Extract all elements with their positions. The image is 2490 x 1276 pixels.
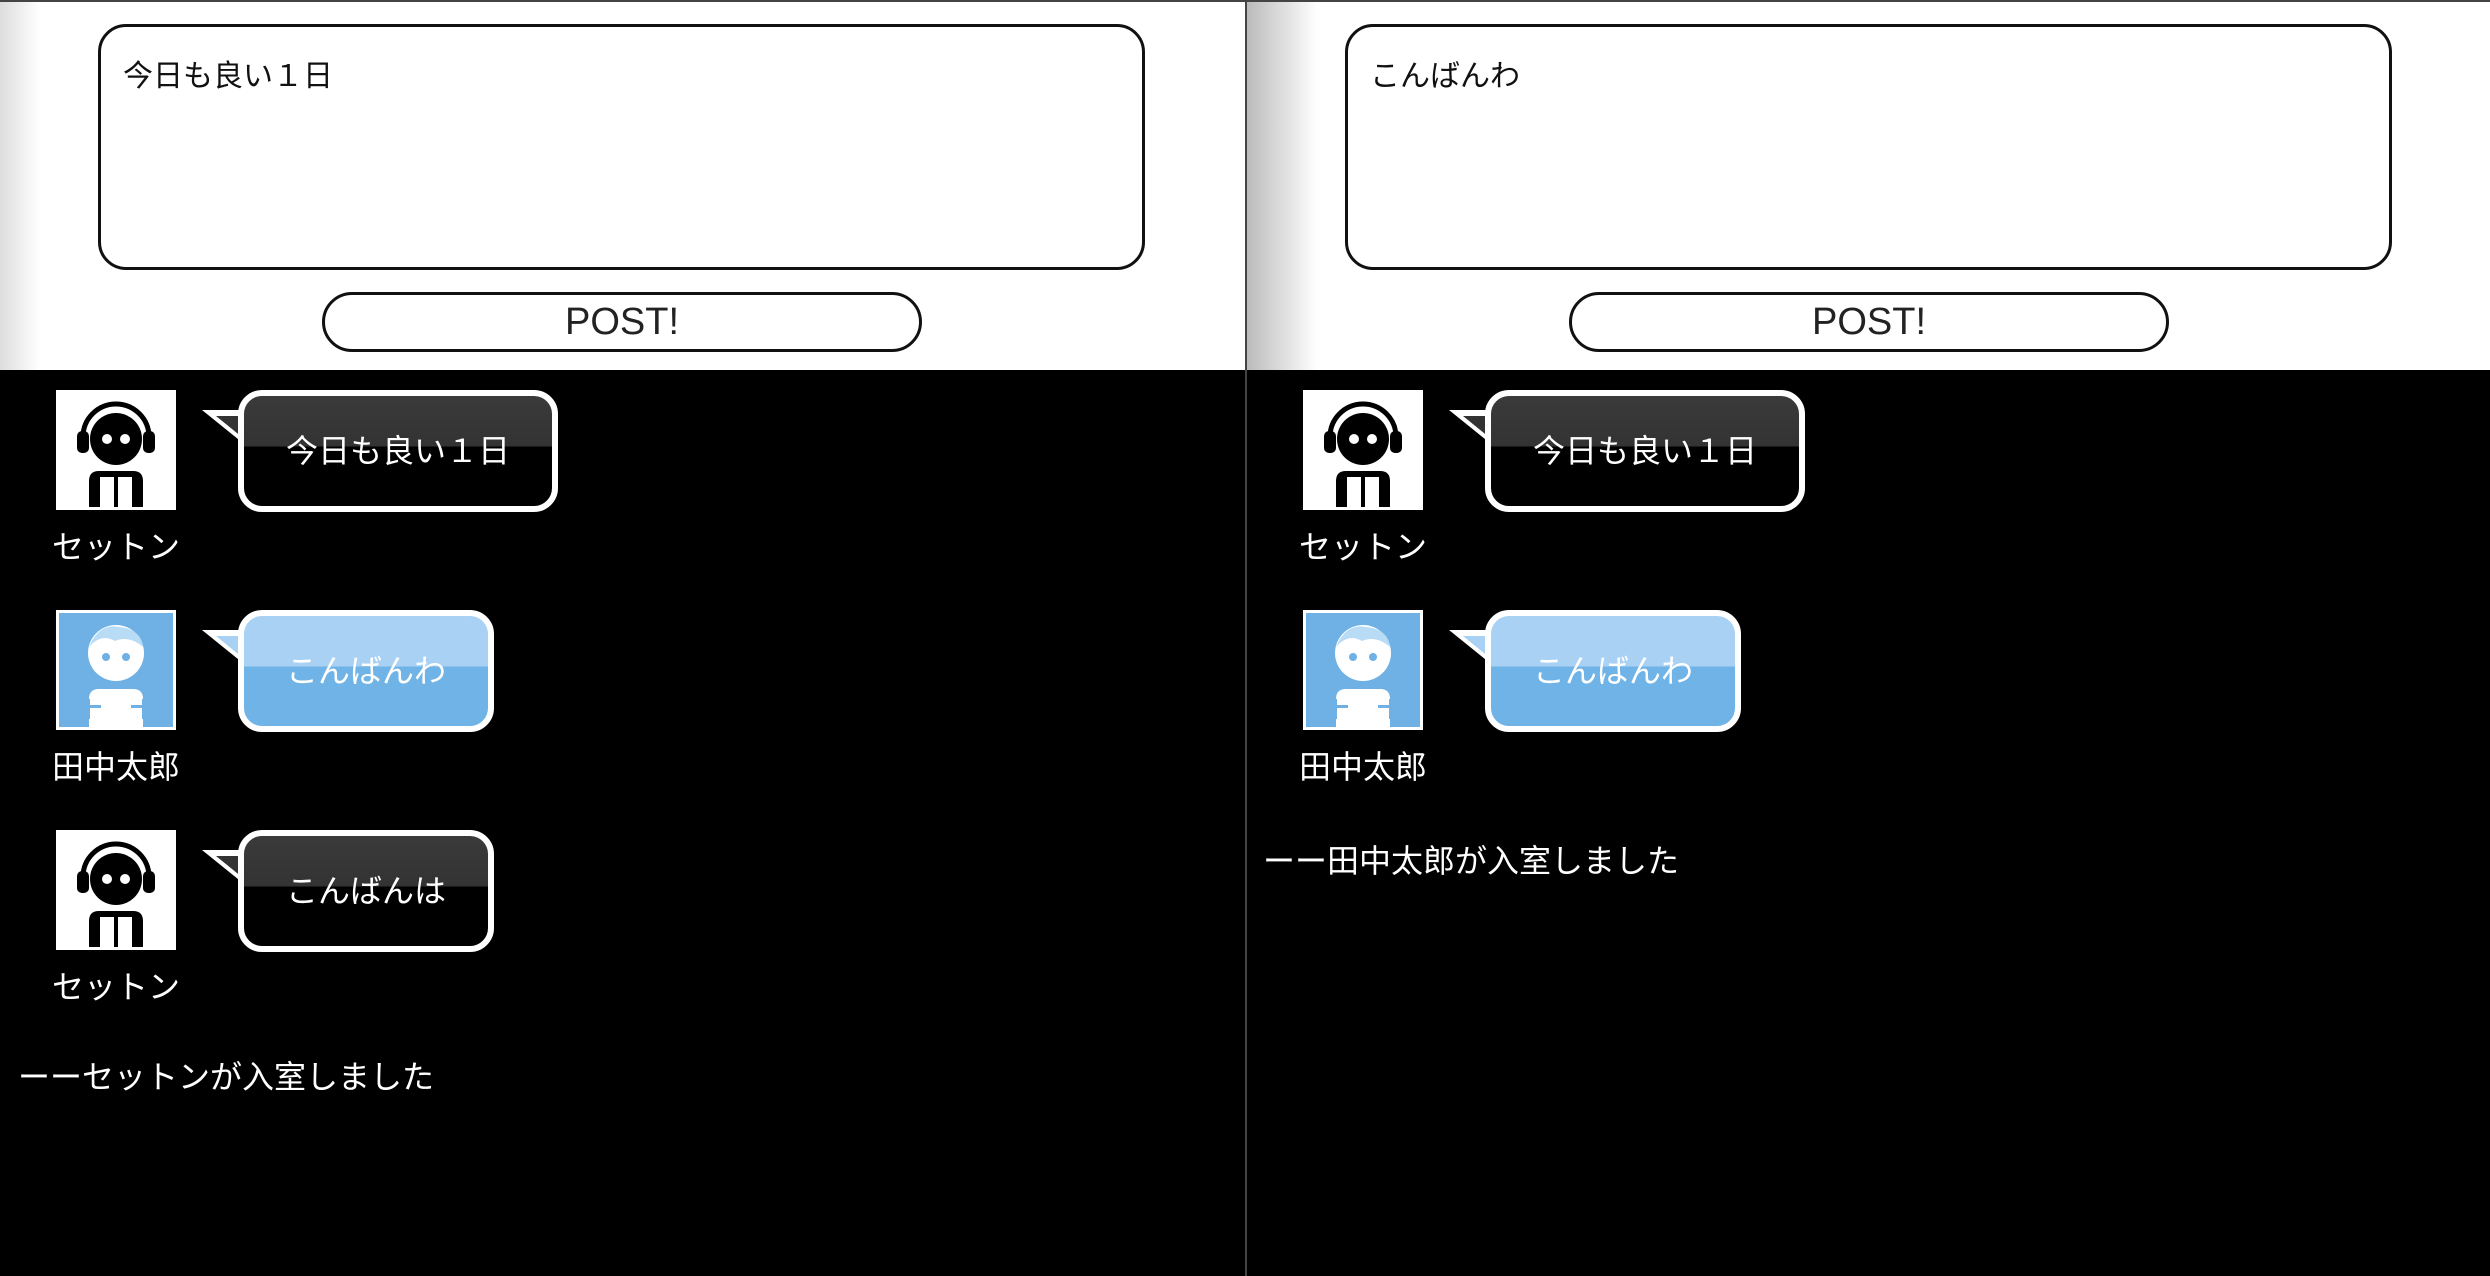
- post-button[interactable]: POST!: [1569, 292, 2169, 352]
- username: 田中太郎: [51, 748, 180, 786]
- message-feed: セットン 今日も良い１日: [0, 370, 1245, 1276]
- message-feed: セットン 今日も良い１日: [1247, 370, 2490, 1276]
- message-item: セットン 今日も良い１日: [52, 390, 756, 590]
- message-bubble: こんばんは: [238, 830, 495, 952]
- headphones-user-icon: [56, 390, 176, 510]
- username: セットン: [1298, 528, 1427, 566]
- message-input[interactable]: [1345, 24, 2392, 270]
- chat-window-right: POST!: [1247, 0, 2490, 1276]
- username: 田中太郎: [1298, 748, 1427, 786]
- post-form: POST!: [1247, 0, 2490, 370]
- message-item: 田中太郎 こんばんわ: [52, 610, 756, 810]
- chat-window-left: POST!: [0, 0, 1245, 1276]
- system-notice: ーーセットンが入室しました: [18, 1058, 435, 1096]
- message-bubble: こんばんわ: [238, 610, 495, 732]
- username: セットン: [51, 528, 180, 566]
- headphones-user-icon: [1303, 390, 1423, 510]
- blue-user-icon: [56, 610, 176, 730]
- message-item: セットン こんばんは: [52, 830, 756, 1030]
- screen: POST!: [0, 0, 2490, 1276]
- headphones-user-icon: [56, 830, 176, 950]
- message-bubble: こんばんわ: [1485, 610, 1742, 732]
- blue-user-icon: [1303, 610, 1423, 730]
- system-notice: ーー田中太郎が入室しました: [1263, 842, 1680, 880]
- post-form: POST!: [0, 0, 1245, 370]
- message-bubble: 今日も良い１日: [238, 390, 559, 512]
- post-button[interactable]: POST!: [322, 292, 922, 352]
- message-input[interactable]: [98, 24, 1145, 270]
- message-item: 田中太郎 こんばんわ: [1299, 610, 2003, 810]
- message-bubble: 今日も良い１日: [1485, 390, 1806, 512]
- username: セットン: [51, 968, 180, 1006]
- message-item: セットン 今日も良い１日: [1299, 390, 2003, 590]
